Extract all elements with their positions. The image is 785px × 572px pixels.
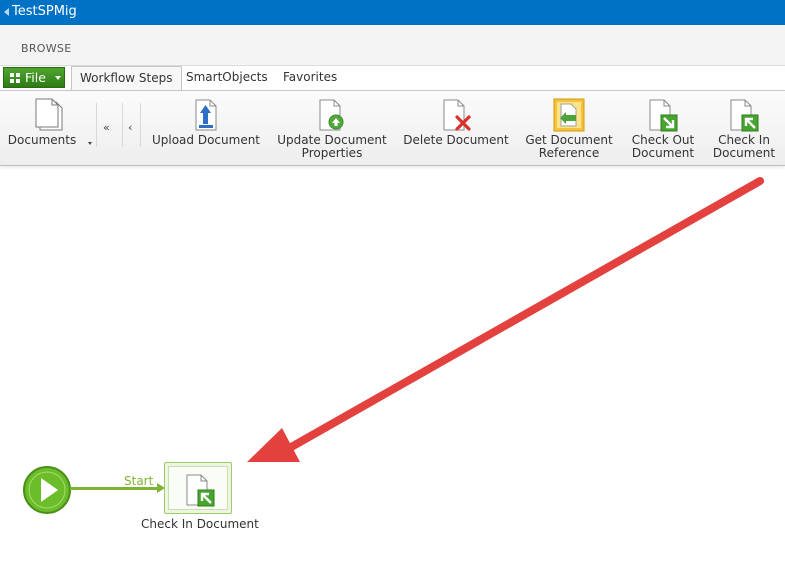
update-document-icon (319, 99, 344, 131)
get-document-reference-button[interactable]: Get Document Reference (520, 91, 618, 161)
tab-workflow-steps[interactable]: Workflow Steps (71, 66, 182, 91)
connector-label: Start (124, 474, 154, 488)
file-button-label: File (25, 70, 46, 85)
check-in-document-button[interactable]: Check In Document (708, 91, 780, 161)
check-in-document-icon (186, 474, 215, 507)
ribbon-toolbar: Documents « ‹ Upload Document Update Doc… (0, 90, 785, 166)
delete-document-button[interactable]: Delete Document (400, 91, 512, 161)
upload-document-button[interactable]: Upload Document (150, 91, 262, 161)
chevron-down-icon (88, 142, 92, 145)
ribbon-tabs: File Workflow Steps SmartObjects Favorit… (0, 66, 785, 91)
get-document-reference-label-2: Reference (538, 146, 600, 160)
delete-document-label: Delete Document (403, 133, 509, 147)
step-label: Check In Document (141, 517, 259, 531)
documents-icon (35, 98, 63, 131)
apps-grid-icon (10, 73, 20, 83)
check-out-document-icon (649, 99, 678, 132)
tab-browse[interactable]: BROWSE (21, 42, 71, 55)
divider (96, 103, 97, 147)
update-document-properties-button[interactable]: Update Document Properties (273, 91, 391, 161)
chevron-down-icon (55, 76, 61, 80)
back-arrow-icon[interactable] (4, 8, 9, 16)
update-document-label-2: Properties (301, 146, 363, 160)
nav-first-icon[interactable]: « (103, 121, 110, 134)
check-in-document-icon (730, 99, 759, 132)
tab-favorites[interactable]: Favorites (275, 66, 345, 90)
upload-document-icon (195, 99, 217, 131)
divider (122, 103, 123, 147)
browse-bar: BROWSE (0, 25, 785, 66)
step-inner-frame (168, 466, 228, 510)
start-node-play-icon[interactable] (22, 465, 72, 515)
file-button[interactable]: File (3, 67, 65, 88)
delete-document-icon (443, 99, 471, 131)
workflow-canvas[interactable] (0, 166, 785, 572)
divider (140, 103, 141, 147)
document-reference-icon (553, 98, 585, 132)
documents-label: Documents (7, 133, 77, 147)
check-out-document-button[interactable]: Check Out Document (626, 91, 700, 161)
check-out-document-label-2: Document (631, 146, 695, 160)
nav-previous-icon[interactable]: ‹ (128, 121, 132, 134)
site-title[interactable]: TestSPMig (12, 4, 77, 19)
check-in-document-step[interactable] (164, 462, 232, 514)
upload-document-label: Upload Document (151, 133, 261, 147)
tab-smartobjects[interactable]: SmartObjects (178, 66, 276, 90)
title-bar: TestSPMig (0, 0, 785, 25)
check-in-document-label-2: Document (712, 146, 776, 160)
documents-dropdown[interactable]: Documents (6, 91, 92, 161)
